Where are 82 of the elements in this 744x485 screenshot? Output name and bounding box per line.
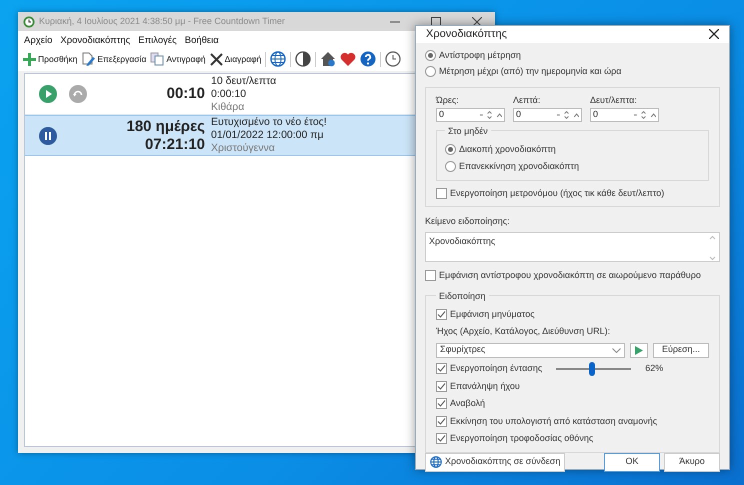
timer-time: 07:21:10: [144, 136, 205, 154]
play-button[interactable]: [39, 85, 57, 104]
number-field[interactable]: 0: [513, 108, 582, 122]
spinner-icon[interactable]: [633, 111, 656, 119]
timer-detail: Χριστούγεννα: [211, 142, 276, 156]
number-field[interactable]: 0: [590, 108, 659, 122]
window-title: Κυριακή, 4 Ιουλίους 2021 4:38:50 μμ - Free Countdown Timer: [39, 14, 286, 28]
checkbox-label: Αναβολή: [450, 397, 486, 410]
timer-time: 180 ημέρες: [125, 118, 205, 136]
cancel-button[interactable]: Άκυρο: [664, 452, 720, 472]
checkbox[interactable]: [436, 416, 447, 427]
home-icon[interactable]: [320, 51, 336, 68]
checkbox-label: Επανάληψη ήχου: [450, 380, 520, 393]
plus-icon: [23, 52, 36, 66]
checkbox-label: Ενεργοποίηση μετρονόμου (ήχος τικ κάθε δευτ/λεπτο): [450, 186, 664, 200]
checkbox[interactable]: [436, 363, 447, 374]
checkbox[interactable]: [425, 270, 436, 281]
timer-detail: Κιθάρα: [211, 100, 246, 114]
timer-detail: Ευτυχισμένο το νέο έτος!: [211, 116, 327, 130]
menu-item[interactable]: Επιλογές: [138, 34, 177, 48]
checkbox-label: Εμφάνιση μηνύματος: [450, 308, 535, 321]
field-label: Ώρες:: [436, 94, 460, 107]
checkbox-label: Εκκίνηση του υπολογιστή από κατάσταση αναμονής: [450, 414, 658, 428]
number-field[interactable]: 0: [436, 108, 505, 122]
radio-button[interactable]: [425, 50, 436, 61]
checkbox[interactable]: [436, 308, 447, 320]
field-label: Λεπτά:: [513, 94, 542, 106]
volume-reading: 62%: [645, 362, 664, 375]
menu-item[interactable]: Αρχείο: [24, 34, 52, 48]
clock-icon: [23, 16, 35, 28]
menu-item[interactable]: Χρονοδιακόπτης: [60, 34, 130, 48]
sound-dropdown[interactable]: Σφυρίχτρες: [436, 342, 625, 358]
close-icon[interactable]: [472, 16, 482, 26]
checkbox[interactable]: [436, 433, 447, 444]
group-label: Ειδοποίηση: [436, 290, 489, 304]
close-icon[interactable]: [709, 29, 719, 40]
radio-label: Αντίστροφη μέτρηση: [439, 48, 521, 62]
dialog-title: Χρονοδιακόπτης: [426, 27, 507, 42]
copy-button[interactable]: Αντιγραφή: [150, 52, 206, 66]
edit-button[interactable]: Επεξεργασία: [81, 52, 146, 66]
edit-icon: [81, 52, 96, 66]
play-button[interactable]: [630, 342, 648, 358]
menu-item[interactable]: Βοήθεια: [184, 34, 219, 48]
heart-icon[interactable]: [340, 51, 356, 68]
checkbox[interactable]: [436, 398, 447, 410]
contrast-icon[interactable]: [295, 51, 312, 68]
field-label: Δευτ/λεπτα:: [590, 94, 638, 106]
message-field[interactable]: Χρονοδιακόπτης: [425, 232, 720, 262]
globe-icon: [430, 456, 442, 468]
browse-button[interactable]: Εύρεση...: [653, 342, 709, 358]
pause-button[interactable]: [39, 126, 57, 145]
ok-button[interactable]: OK: [604, 452, 660, 472]
spinner-icon[interactable]: [556, 111, 579, 119]
checkbox-label: Ενεργοποίηση τροφοδοσίας οθόνης: [450, 432, 594, 445]
field-label: Κείμενο ειδοποίησης:: [425, 215, 511, 228]
globe-icon[interactable]: [270, 51, 286, 68]
scrollbar-arrows-icon: [709, 234, 716, 260]
help-icon[interactable]: [360, 51, 376, 68]
checkbox-label: Εμφάνιση αντίστροφου χρονοδιακόπτη σε αιωρούμενο παράθυρο: [439, 268, 701, 282]
radio-button[interactable]: [425, 66, 436, 78]
delete-button[interactable]: Διαγραφή: [210, 52, 262, 66]
field-label: Ήχος (Αρχείο, Κατάλογος, Διεύθυνση URL):: [436, 325, 612, 338]
timer-detail: 10 δευτ/λεπτα: [211, 74, 276, 88]
copy-icon: [150, 52, 164, 66]
checkbox-label: Ενεργοποίηση έντασης: [450, 362, 542, 375]
clock-icon[interactable]: [385, 51, 402, 68]
online-timer-button[interactable]: Χρονοδιακόπτης σε σύνδεση: [425, 452, 566, 472]
checkbox[interactable]: [436, 188, 447, 199]
timer-detail: 01/01/2022 12:00:00 πμ: [211, 129, 325, 142]
checkbox[interactable]: [436, 380, 447, 392]
delete-icon: [210, 52, 223, 66]
slider-thumb[interactable]: [589, 362, 596, 376]
timer-time: 00:10: [166, 85, 205, 104]
group-label: Στο μηδέν: [445, 125, 491, 138]
radio-button[interactable]: [445, 161, 456, 172]
spinner-icon[interactable]: [479, 111, 502, 119]
play-icon: [635, 346, 643, 354]
add-button[interactable]: Προσθήκη: [23, 52, 78, 66]
chevron-down-icon: [612, 348, 621, 352]
timer-detail: 0:00:10: [211, 88, 248, 101]
radio-button[interactable]: [445, 144, 456, 155]
radio-label: Επανεκκίνηση χρονοδιακόπτη: [459, 160, 579, 173]
